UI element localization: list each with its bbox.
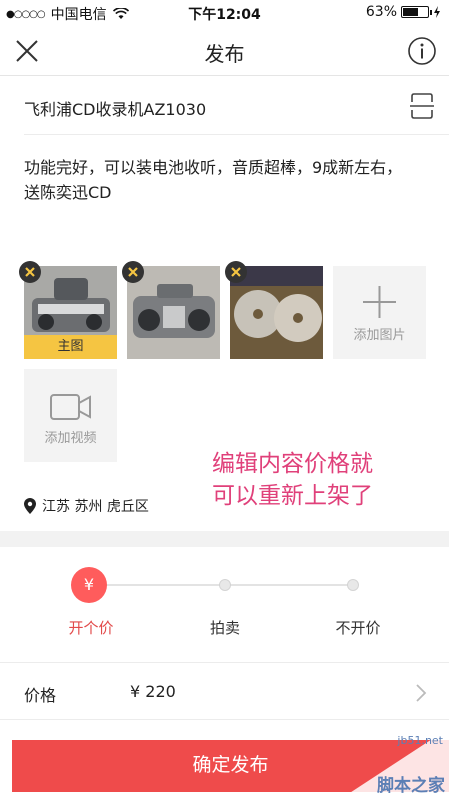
option-no-price[interactable]: 不开价 — [318, 617, 398, 638]
close-icon — [128, 267, 138, 277]
plus-icon — [363, 286, 396, 318]
slider-knob[interactable]: ¥ — [71, 567, 107, 603]
battery-group: 63% — [366, 4, 441, 20]
description-field[interactable]: 功能完好，可以装电池收听，音质超棒，9成新左右，送陈奕迅CD — [24, 155, 404, 205]
section-separator — [0, 531, 449, 547]
info-icon[interactable] — [407, 36, 437, 66]
charging-icon — [434, 6, 440, 18]
location-row[interactable]: 江苏 苏州 虎丘区 — [24, 496, 149, 516]
status-bar: ●○○○○ 中国电信 下午12:04 63% — [0, 0, 449, 26]
remove-photo-3-button[interactable] — [225, 261, 247, 283]
nav-bar: 发布 — [0, 26, 449, 76]
divider — [24, 134, 449, 135]
battery-percent: 63% — [365, 4, 397, 20]
watermark: jb51.net 脚本之家 — [339, 728, 449, 800]
price-row[interactable]: 价格 ¥ 220 — [0, 662, 449, 720]
close-icon — [231, 267, 241, 277]
video-camera-icon — [50, 394, 91, 420]
annotation-line-1: 编辑内容价格就 — [212, 451, 373, 477]
no-price-stop[interactable] — [347, 579, 359, 591]
product-title-field[interactable]: 飞利浦CD收录机AZ1030 — [24, 96, 206, 120]
location-text: 江苏 苏州 虎丘区 — [42, 499, 149, 515]
add-video-label: 添加视频 — [44, 431, 97, 446]
add-video-button[interactable]: 添加视频 — [24, 369, 117, 462]
annotation-line-2: 可以重新上架了 — [212, 483, 373, 509]
option-set-price[interactable]: 开个价 — [51, 617, 131, 638]
close-icon — [25, 267, 35, 277]
battery-icon — [401, 6, 432, 18]
remove-photo-1-button[interactable] — [19, 261, 41, 283]
price-label: 价格 — [24, 686, 57, 705]
annotation-note: 编辑内容价格就 可以重新上架了 — [190, 448, 395, 512]
remove-photo-2-button[interactable] — [122, 261, 144, 283]
add-photo-label: 添加图片 — [353, 328, 406, 343]
price-mode-slider[interactable]: ¥ 开个价 拍卖 不开价 — [0, 547, 449, 662]
page-title: 发布 — [204, 42, 245, 66]
watermark-brand: 脚本之家 — [377, 776, 445, 796]
add-photo-button[interactable]: 添加图片 — [333, 266, 426, 359]
main-image-label: 主图 — [24, 335, 117, 359]
location-pin-icon — [24, 498, 36, 514]
option-auction[interactable]: 拍卖 — [185, 617, 265, 638]
watermark-site: jb51.net — [397, 734, 443, 747]
auction-stop[interactable] — [219, 579, 231, 591]
price-value: ¥ 220 — [130, 682, 176, 701]
chevron-right-icon — [416, 684, 427, 702]
scan-icon[interactable] — [409, 92, 435, 120]
